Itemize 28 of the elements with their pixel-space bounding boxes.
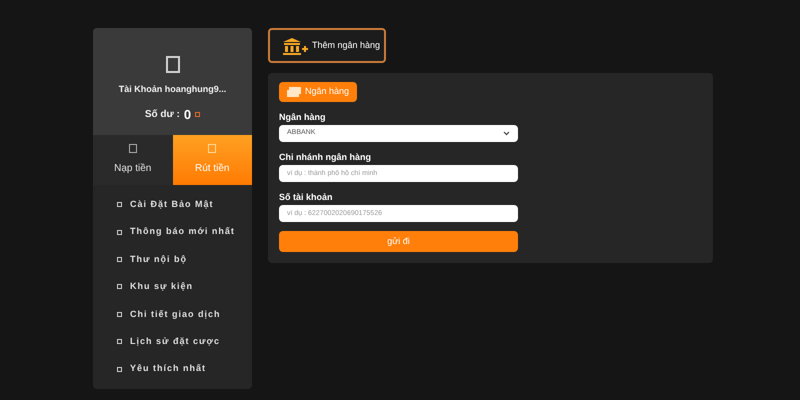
menu-item-icon [117,366,122,372]
menu-item[interactable]: Khu sự kiện [93,273,252,301]
menu-item-icon [117,312,122,317]
chevron-down-icon [503,131,510,136]
menu-item[interactable]: Cài Đặt Bảo Mật [93,191,252,218]
tab[interactable]: Nạp tiền [93,135,172,185]
tab-icon [128,144,137,153]
field-label: Số tài khoản [279,191,334,204]
field-label: Chi nhánh ngân hàng [279,151,372,164]
balance-value: 0 [184,106,192,124]
menu-item-icon [117,339,122,344]
balance-label: Số dư : [144,108,180,122]
menu-item[interactable]: Chi tiết giao dịch [93,300,252,328]
field-label: Ngân hàng [279,111,326,124]
tab-icon [208,144,216,153]
avatar-icon [166,56,180,73]
menu-item-icon [117,230,122,235]
menu-item[interactable]: Lịch sử đặt cược [93,328,252,356]
add-bank-button[interactable]: Thêm ngân hàng [268,28,386,63]
account-name: Tài Khoản hoanghung9... [118,83,226,96]
menu-item-icon [117,202,122,208]
card-icon [287,87,301,97]
menu-item[interactable]: Thư nội bộ [93,246,252,274]
menu-item[interactable]: Thông báo mới nhất [93,218,252,246]
menu-item-icon [117,256,122,262]
menu-item-icon [117,284,122,290]
bank-icon [282,36,308,54]
menu-item[interactable]: Yêu thích nhất [93,355,252,383]
